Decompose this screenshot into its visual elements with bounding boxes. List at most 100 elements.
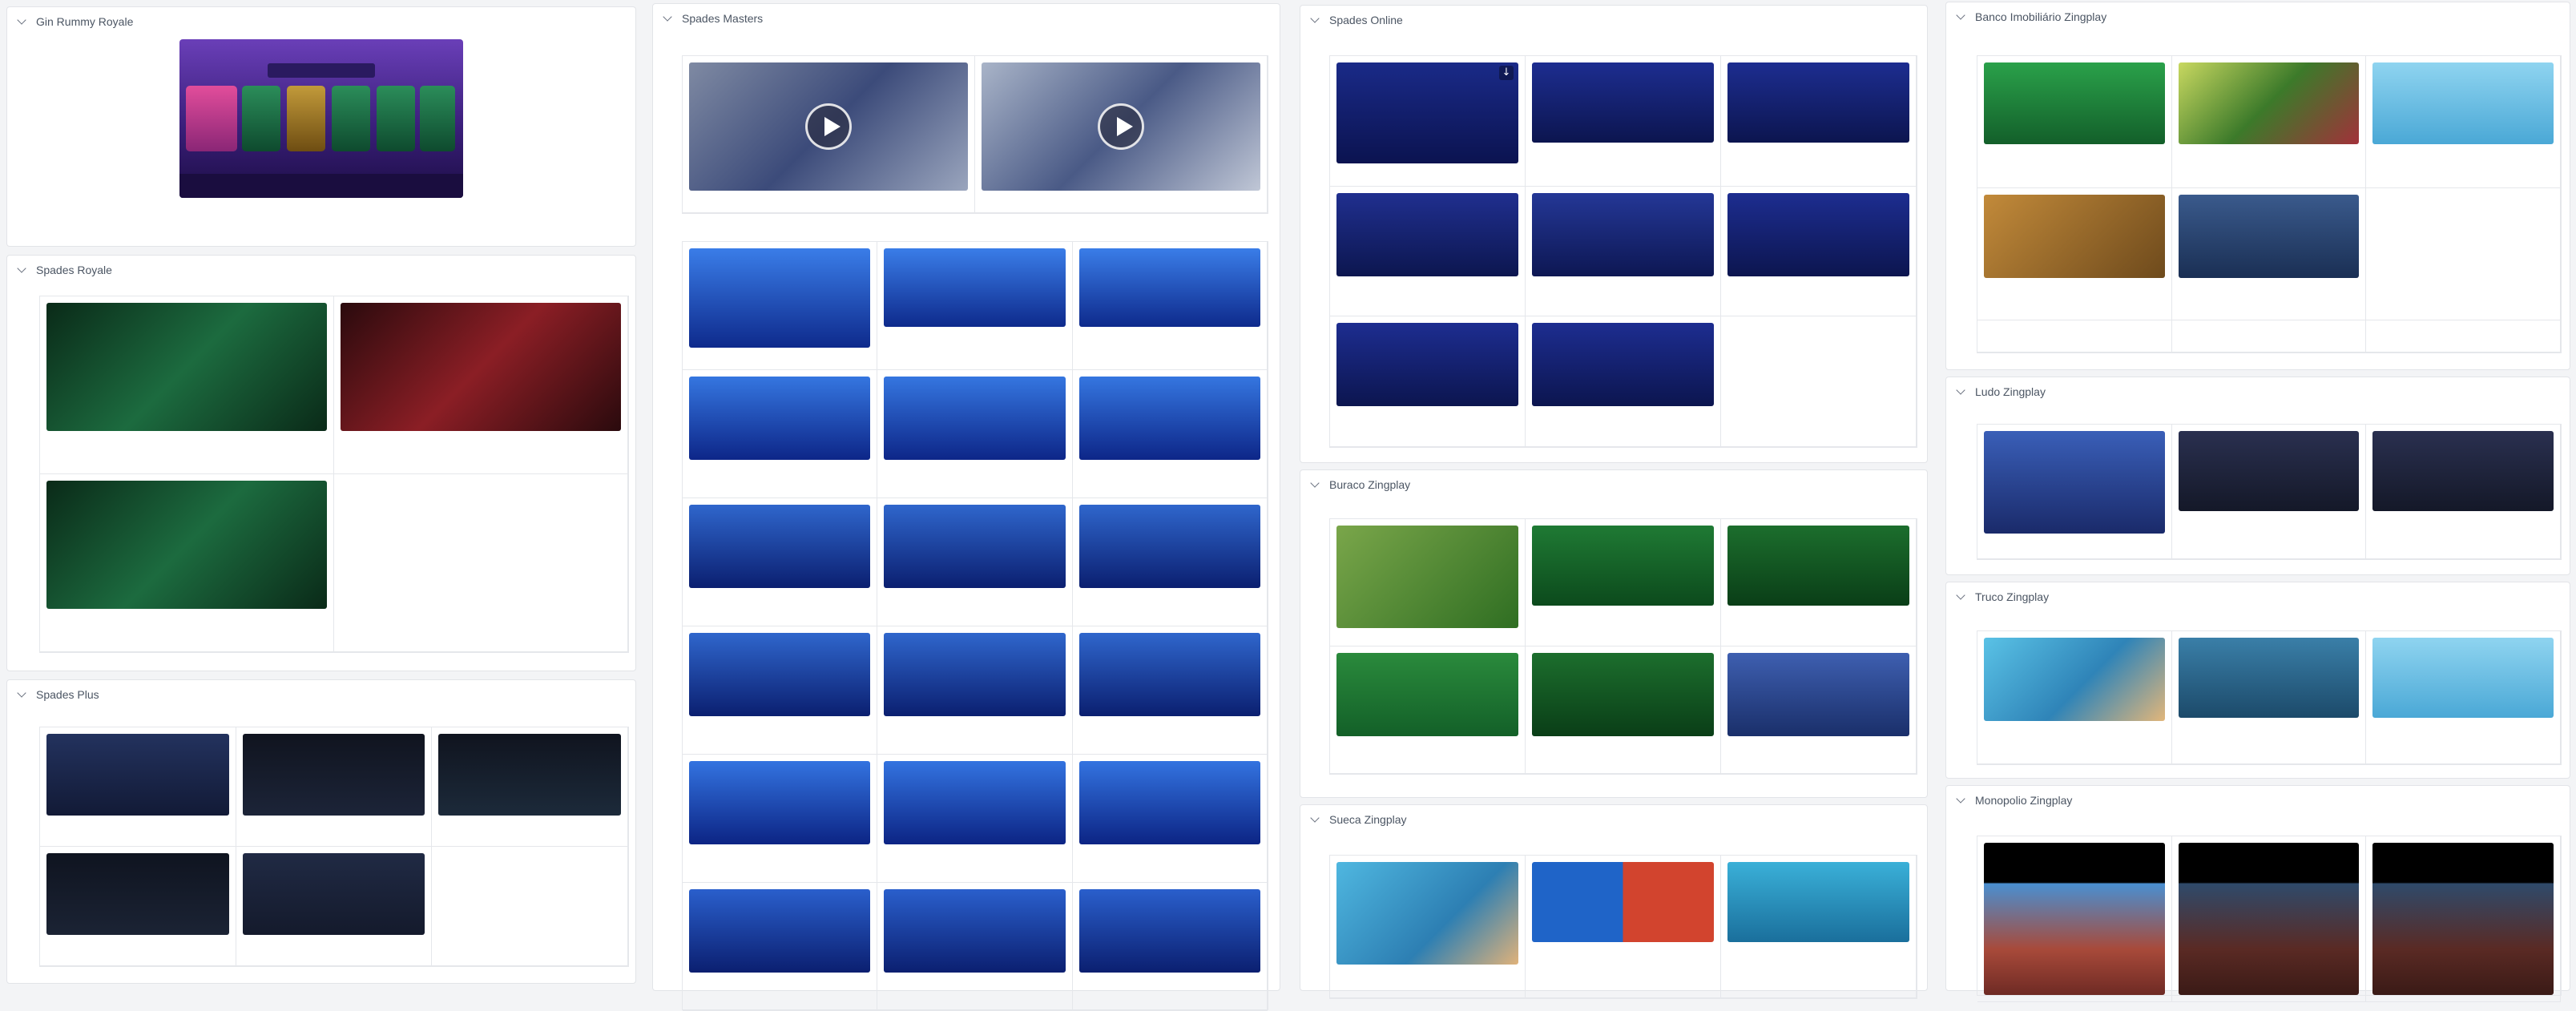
grid-cell: [1072, 626, 1268, 755]
grid-cell: [2171, 631, 2367, 764]
screenshot-thumbnail[interactable]: [438, 734, 621, 816]
grid-cell: [1721, 56, 1917, 187]
screenshot-thumbnail[interactable]: [884, 248, 1066, 327]
chevron-down-icon[interactable]: [1310, 813, 1320, 823]
screenshot-thumbnail[interactable]: [1984, 638, 2165, 721]
screenshot-thumbnail[interactable]: [242, 734, 425, 816]
panel-spades-masters: Spades Masters: [652, 3, 1280, 1011]
panel-header[interactable]: Truco Zingplay: [1956, 590, 2049, 603]
video-thumbnail[interactable]: [689, 62, 968, 191]
card-tile: [420, 86, 455, 151]
panel-header[interactable]: Spades Plus: [17, 688, 99, 701]
screenshot-thumbnail[interactable]: [689, 505, 871, 588]
chevron-down-icon[interactable]: [1956, 590, 1965, 600]
chevron-down-icon[interactable]: [1310, 478, 1320, 488]
screenshot-thumbnail[interactable]: [46, 734, 229, 816]
panel-header[interactable]: Gin Rummy Royale: [17, 15, 133, 28]
screenshot-thumbnail[interactable]: [1078, 377, 1260, 460]
screenshot-thumbnail[interactable]: [884, 505, 1066, 588]
chevron-down-icon[interactable]: [1956, 10, 1965, 20]
screenshot-thumbnail[interactable]: [1727, 653, 1909, 736]
screenshot-thumbnail[interactable]: [1727, 526, 1909, 606]
chevron-down-icon[interactable]: [663, 12, 672, 22]
screenshot-thumbnail[interactable]: [884, 633, 1066, 716]
screenshot-thumbnail[interactable]: [2372, 431, 2554, 511]
panel-monopolio-zingplay: Monopolio Zingplay: [1945, 785, 2570, 1002]
chevron-down-icon[interactable]: [17, 15, 26, 25]
screenshot-thumbnail[interactable]: [1984, 62, 2165, 144]
screenshot-thumbnail[interactable]: [1532, 192, 1714, 276]
screenshot-thumbnail[interactable]: [1727, 862, 1909, 942]
screenshot-thumbnail[interactable]: [1984, 431, 2165, 534]
video-thumbnail[interactable]: [982, 62, 1260, 191]
screenshot-thumbnail[interactable]: [1336, 526, 1518, 628]
screenshot-thumbnail[interactable]: [1078, 889, 1260, 973]
screenshot-thumbnail[interactable]: [1532, 653, 1714, 736]
screenshot-thumbnail[interactable]: [1532, 323, 1714, 407]
screenshot-thumbnail[interactable]: [884, 377, 1066, 460]
screenshot-thumbnail[interactable]: [1984, 195, 2165, 278]
screenshot-thumbnail[interactable]: [1336, 653, 1518, 736]
screenshot-thumbnail[interactable]: [689, 889, 871, 973]
panel-spades-royale: Spades Royale: [6, 255, 636, 671]
screenshot-thumbnail[interactable]: [2372, 62, 2554, 144]
panel-buraco-zingplay: Buraco Zingplay: [1300, 469, 1928, 798]
screenshot-grid: [1977, 836, 2562, 1002]
screenshot-thumbnail[interactable]: [689, 377, 871, 460]
screenshot-thumbnail[interactable]: [2178, 195, 2360, 278]
screenshot-thumbnail[interactable]: [242, 853, 425, 935]
screenshot-thumbnail[interactable]: [1727, 192, 1909, 276]
chevron-down-icon[interactable]: [1956, 794, 1965, 804]
screenshot-thumbnail[interactable]: [341, 303, 621, 431]
screenshot-thumbnail[interactable]: ↓: [1336, 62, 1518, 163]
screenshot-thumbnail[interactable]: [1078, 248, 1260, 327]
screenshot-thumbnail[interactable]: [1984, 843, 2165, 995]
chevron-down-icon[interactable]: [1956, 385, 1965, 395]
screenshot-thumbnail[interactable]: [2178, 431, 2360, 511]
screenshot-thumbnail[interactable]: [46, 481, 327, 609]
panel-header[interactable]: Buraco Zingplay: [1310, 478, 1410, 491]
chevron-down-icon[interactable]: [17, 688, 26, 698]
screenshot-thumbnail[interactable]: [1532, 526, 1714, 606]
grid-cell: [1072, 498, 1268, 626]
screenshot-thumbnail[interactable]: [689, 761, 871, 844]
screenshot-thumbnail[interactable]: [1532, 62, 1714, 143]
screenshot-thumbnail[interactable]: [2372, 843, 2554, 995]
panel-header[interactable]: Spades Royale: [17, 264, 112, 276]
screenshot-thumbnail[interactable]: [1078, 505, 1260, 588]
grid-cell-empty: [1977, 320, 2172, 352]
play-icon[interactable]: [1098, 103, 1144, 150]
grid-cell: [683, 56, 975, 213]
panel-header[interactable]: Banco Imobiliário Zingplay: [1956, 10, 2106, 23]
grid-cell: [236, 727, 433, 847]
panel-header[interactable]: Ludo Zingplay: [1956, 385, 2046, 398]
screenshot-thumbnail[interactable]: [689, 248, 871, 348]
grid-cell: [1977, 836, 2172, 1002]
screenshot-thumbnail[interactable]: [884, 761, 1066, 844]
screenshot-thumbnail[interactable]: [1078, 633, 1260, 716]
screenshot-thumbnail[interactable]: [1336, 192, 1518, 276]
panel-header[interactable]: Sueca Zingplay: [1310, 813, 1407, 826]
screenshot-thumbnail[interactable]: [46, 853, 229, 935]
screenshot-thumbnail[interactable]: [1532, 862, 1714, 942]
screenshot-thumbnail[interactable]: [1336, 323, 1518, 407]
download-icon[interactable]: ↓: [1499, 66, 1514, 80]
panel-header[interactable]: Spades Online: [1310, 14, 1403, 26]
screenshot-thumbnail[interactable]: [179, 39, 463, 198]
screenshot-thumbnail[interactable]: [1727, 62, 1909, 143]
panel-header[interactable]: Monopolio Zingplay: [1956, 794, 2072, 807]
screenshot-thumbnail[interactable]: [884, 889, 1066, 973]
screenshot-thumbnail[interactable]: [1078, 761, 1260, 844]
screenshot-thumbnail[interactable]: [2178, 843, 2360, 995]
panel-header[interactable]: Spades Masters: [663, 12, 763, 25]
chevron-down-icon[interactable]: [17, 264, 26, 273]
screenshot-thumbnail[interactable]: [689, 633, 871, 716]
screenshot-thumbnail[interactable]: [2178, 638, 2360, 718]
grid-cell: [432, 727, 628, 847]
chevron-down-icon[interactable]: [1310, 14, 1320, 23]
screenshot-thumbnail[interactable]: [2178, 62, 2360, 144]
play-icon[interactable]: [805, 103, 852, 150]
screenshot-thumbnail[interactable]: [2372, 638, 2554, 718]
screenshot-thumbnail[interactable]: [1336, 862, 1518, 965]
screenshot-thumbnail[interactable]: [46, 303, 327, 431]
